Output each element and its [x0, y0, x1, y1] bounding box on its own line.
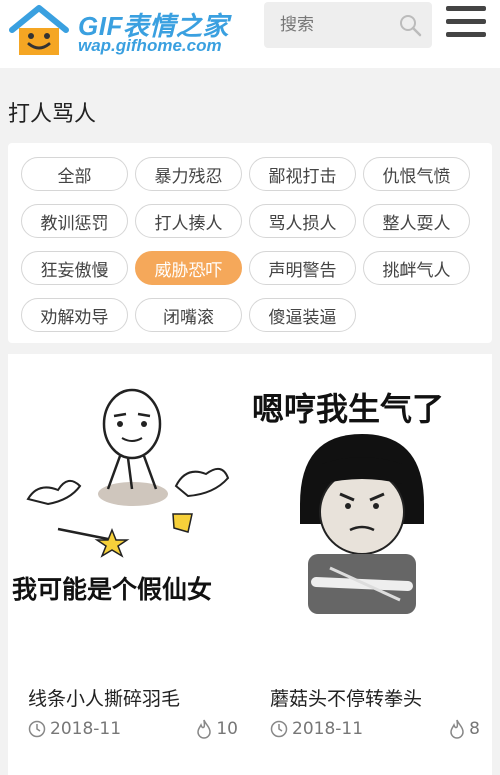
views-number: 8	[469, 719, 480, 739]
fire-icon	[197, 719, 212, 739]
tag-chip[interactable]: 骂人损人	[249, 204, 356, 238]
tag-filter-panel: 全部 暴力残忍 鄙视打击 仇恨气愤 教训惩罚 打人揍人 骂人损人 整人耍人 狂妄…	[8, 143, 492, 343]
logo-url: wap.gifhome.com	[78, 36, 222, 55]
page-title: 打人骂人	[8, 102, 97, 127]
card-date: 2018-11	[292, 719, 364, 739]
house-face-icon	[9, 5, 69, 55]
views-number: 10	[216, 719, 238, 739]
search-box[interactable]	[264, 2, 432, 48]
clock-icon	[28, 720, 46, 738]
tag-chip[interactable]: 鄙视打击	[249, 157, 356, 191]
view-count: 8	[449, 716, 480, 742]
fire-icon	[450, 719, 464, 739]
tag-chip[interactable]: 闭嘴滚	[135, 298, 242, 332]
card-title[interactable]: 线条小人撕碎羽毛	[28, 684, 180, 711]
card-title[interactable]: 蘑菇头不停转拳头	[270, 684, 422, 711]
gif-thumbnail[interactable]: 我可能是个假仙女	[8, 354, 250, 654]
tag-chip[interactable]: 劝解劝导	[21, 298, 128, 332]
tag-chip[interactable]: 傻逼装逼	[249, 298, 356, 332]
tag-chip[interactable]: 挑衅气人	[363, 251, 470, 285]
tag-chip[interactable]: 暴力残忍	[135, 157, 242, 191]
image-caption: 我可能是个假仙女	[12, 575, 212, 604]
tag-chip-active[interactable]: 威胁恐吓	[135, 251, 242, 285]
gif-thumbnail[interactable]: 嗯哼我生气了	[250, 354, 492, 654]
gif-card[interactable]: 嗯哼我生气了 蘑菇头不停转拳头 2018-11 8	[250, 354, 492, 775]
tag-chip[interactable]: 打人揍人	[135, 204, 242, 238]
header: GIF表情之家 wap.gifhome.com	[0, 0, 500, 68]
search-icon[interactable]	[398, 13, 422, 37]
tag-chip[interactable]: 整人耍人	[363, 204, 470, 238]
tag-chip[interactable]: 教训惩罚	[21, 204, 128, 238]
hamburger-menu-icon[interactable]	[446, 6, 486, 44]
search-input[interactable]	[280, 15, 398, 35]
tag-chip[interactable]: 狂妄傲慢	[21, 251, 128, 285]
view-count: 10	[196, 716, 238, 742]
site-logo[interactable]: GIF表情之家 wap.gifhome.com	[8, 2, 248, 62]
image-caption: 嗯哼我生气了	[252, 390, 444, 428]
tag-chip[interactable]: 声明警告	[249, 251, 356, 285]
card-meta: 2018-11 8	[270, 716, 480, 742]
card-meta: 2018-11 10	[28, 716, 238, 742]
gif-card[interactable]: 我可能是个假仙女 线条小人撕碎羽毛 2018-11 10	[8, 354, 250, 775]
clock-icon	[270, 720, 288, 738]
tag-chip[interactable]: 全部	[21, 157, 128, 191]
card-date: 2018-11	[50, 719, 122, 739]
tag-chip[interactable]: 仇恨气愤	[363, 157, 470, 191]
